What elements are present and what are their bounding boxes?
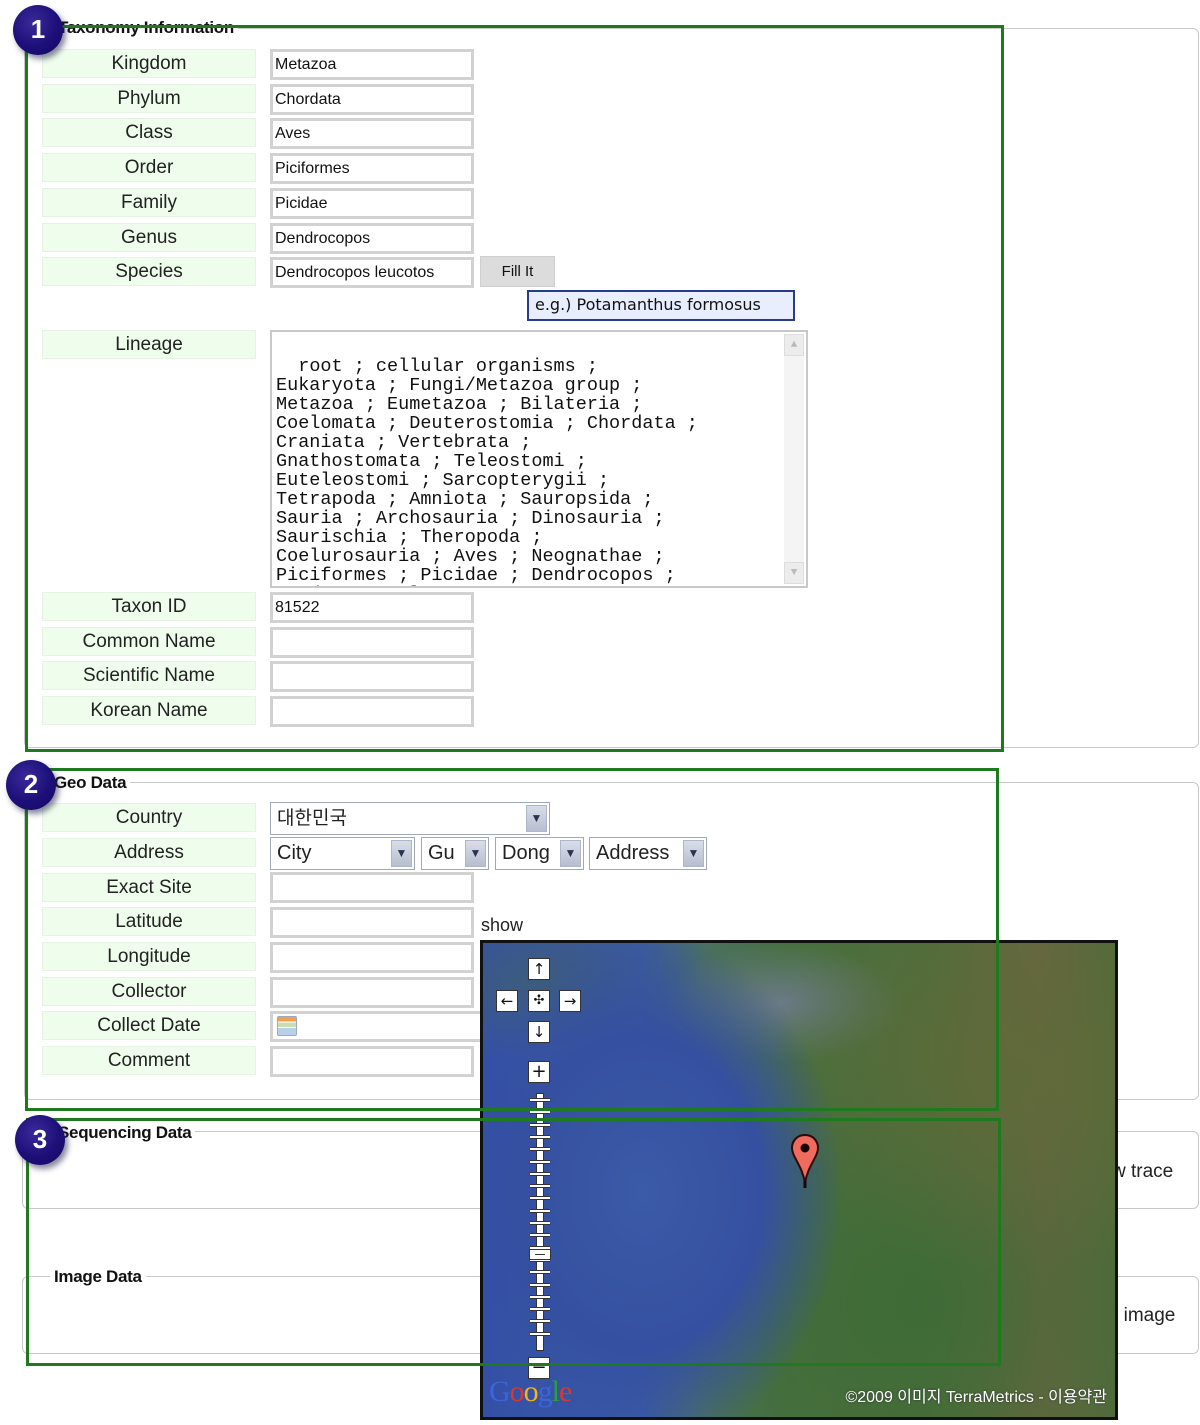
species-input[interactable]: Dendrocopos leucotos [270,257,474,289]
scientific-name-label: Scientific Name [42,661,256,691]
chevron-down-icon[interactable]: ▼ [391,840,412,867]
collect-date-input[interactable] [270,1011,485,1042]
pan-center-icon[interactable]: ✣ [528,990,550,1012]
scroll-up-icon[interactable]: ▲ [784,334,804,356]
gu-select[interactable]: Gu ▼ [421,837,489,870]
zoom-slider-thumb[interactable] [529,1248,551,1260]
longitude-label: Longitude [42,942,256,971]
genus-input[interactable]: Dendrocopos [270,222,474,254]
lineage-label: Lineage [42,330,256,359]
image-legend: Image Data [50,1267,146,1287]
family-input[interactable]: Picidae [270,187,474,219]
chevron-down-icon[interactable]: ▼ [560,840,581,867]
lineage-text: root ; cellular organisms ; Eukaryota ; … [276,356,698,586]
zoom-tick [530,1221,550,1225]
zoom-tick [530,1159,550,1164]
satellite-map[interactable]: ↑ ← ✣ → ↓ + − Google ©2009 이미지 TerraMetr… [480,940,1118,1420]
zoom-tick [530,1196,550,1201]
sequencing-legend: Sequencing Data [54,1123,196,1143]
zoom-tick [530,1307,550,1312]
zoom-tick [530,1208,550,1213]
korean-name-input[interactable] [270,696,474,728]
collect-date-label: Collect Date [42,1011,256,1040]
zoom-tick [530,1110,550,1115]
chevron-down-icon[interactable]: ▼ [526,805,547,832]
show-map-link[interactable]: show [481,915,523,936]
zoom-tick [530,1319,550,1324]
google-logo[interactable]: Google [489,1375,572,1409]
taxonomy-label-species: Species [42,257,256,287]
species-example-tooltip: e.g.) Potamanthus formosus [527,290,795,321]
step-badge-1: 1 [13,5,63,55]
latitude-input[interactable] [270,907,474,938]
lineage-scrollbar[interactable]: ▲ ▼ [784,334,804,584]
zoom-tick [530,1147,550,1152]
zoom-tick [530,1233,550,1238]
comment-label: Comment [42,1046,256,1075]
zoom-tick [530,1122,550,1127]
country-select[interactable]: 대한민국 ▼ [270,802,550,835]
collector-input[interactable] [270,977,474,1008]
zoom-tick [530,1331,550,1336]
taxon-id-input[interactable]: 81522 [270,592,474,623]
latitude-label: Latitude [42,907,256,936]
geo-legend: Geo Data [50,773,131,793]
step-badge-3: 3 [15,1115,65,1165]
taxonomy-label-family: Family [42,187,256,217]
pan-left-icon[interactable]: ← [496,990,518,1012]
class-input[interactable]: Aves [270,118,474,150]
view-trace-link[interactable]: w trace [1112,1161,1173,1183]
gu-value: Gu [428,842,455,864]
dong-value: Dong [502,842,550,864]
zoom-tick [530,1184,550,1189]
country-label: Country [42,803,256,832]
dong-select[interactable]: Dong ▼ [495,837,584,870]
exact-site-label: Exact Site [42,873,256,902]
common-name-label: Common Name [42,626,256,656]
country-value: 대한민국 [277,807,347,829]
taxon-id-label: Taxon ID [42,592,256,621]
scientific-name-input[interactable] [270,661,474,693]
taxonomy-label-class: Class [42,118,256,148]
taxonomy-label-phylum: Phylum [42,83,256,113]
calendar-icon[interactable] [277,1016,297,1036]
pan-up-icon[interactable]: ↑ [528,958,550,980]
taxonomy-label-genus: Genus [42,222,256,252]
korean-name-label: Korean Name [42,696,256,726]
zoom-tick [530,1294,550,1299]
order-input[interactable]: Piciformes [270,153,474,185]
zoom-in-icon[interactable]: + [528,1061,550,1083]
address-label: Address [42,838,256,867]
comment-input[interactable] [270,1046,474,1077]
phylum-input[interactable]: Chordata [270,83,474,115]
taxonomy-legend: Taxonomy Information [54,18,238,38]
step-badge-2: 2 [6,760,56,810]
map-marker-icon[interactable] [790,1133,820,1189]
zoom-tick [530,1282,550,1287]
pan-down-icon[interactable]: ↓ [528,1021,550,1043]
longitude-input[interactable] [270,942,474,973]
upload-image-link[interactable]: r image [1112,1305,1175,1327]
scroll-down-icon[interactable]: ▼ [784,562,804,584]
kingdom-input[interactable]: Metazoa [270,49,474,80]
common-name-input[interactable] [270,626,474,658]
address-value: Address [596,842,670,864]
zoom-tick [530,1098,550,1102]
collector-label: Collector [42,977,256,1006]
map-copyright: ©2009 이미지 TerraMetrics - 이용약관 [845,1389,1107,1406]
taxonomy-label-order: Order [42,153,256,183]
zoom-tick [530,1134,550,1139]
taxonomy-label-kingdom: Kingdom [42,49,256,78]
city-select[interactable]: City ▼ [270,837,415,870]
exact-site-input[interactable] [270,872,474,903]
fill-it-button[interactable]: Fill It [480,256,555,287]
zoom-tick [530,1171,550,1176]
chevron-down-icon[interactable]: ▼ [683,840,704,867]
city-value: City [277,842,312,864]
chevron-down-icon[interactable]: ▼ [465,840,486,867]
zoom-tick [530,1270,550,1275]
pan-right-icon[interactable]: → [559,990,581,1012]
lineage-textarea[interactable]: root ; cellular organisms ; Eukaryota ; … [270,330,808,588]
address-select[interactable]: Address ▼ [589,837,707,870]
